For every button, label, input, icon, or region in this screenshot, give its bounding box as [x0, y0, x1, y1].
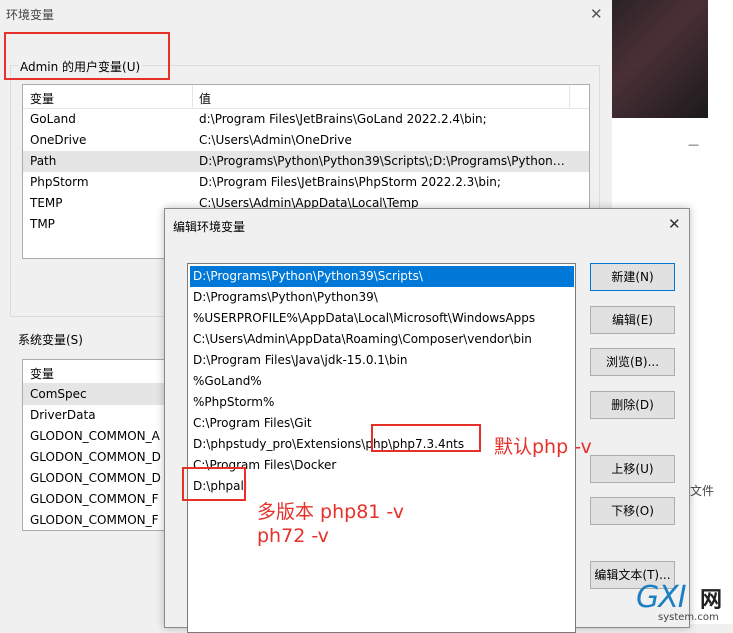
table-row[interactable]: GLODON_COMMON_A [23, 426, 166, 447]
table-row[interactable]: GLODON_COMMON_D [23, 468, 166, 489]
list-item[interactable]: %USERPROFILE%\AppData\Local\Microsoft\Wi… [190, 308, 574, 329]
annotation-multi-version: 多版本 php81 -v [257, 501, 405, 523]
variable-name: GLODON_COMMON_F [30, 513, 159, 527]
variable-value: C:\Users\Admin\OneDrive [199, 133, 352, 147]
new-button[interactable]: 新建(N) [590, 263, 675, 291]
move-up-button[interactable]: 上移(U) [590, 455, 675, 483]
list-item[interactable]: %GoLand% [190, 371, 574, 392]
system-variables-table[interactable]: 变量 ComSpec DriverData GLODON_COMMON_A GL… [22, 359, 167, 531]
column-header-variable[interactable]: 变量 [30, 365, 54, 382]
close-icon[interactable]: ✕ [668, 215, 681, 233]
edit-environment-variable-dialog: 编辑环境变量 ✕ D:\Programs\Python\Python39\Scr… [164, 208, 690, 633]
variable-value: d:\Program Files\JetBrains\GoLand 2022.2… [199, 112, 487, 126]
column-header-spacer [569, 85, 576, 109]
variable-name: PhpStorm [30, 175, 89, 189]
table-row[interactable]: DriverData [23, 405, 166, 426]
annotation-box-phpall [182, 467, 246, 501]
variable-value: D:\Program Files\JetBrains\PhpStorm 2022… [199, 175, 501, 189]
background-text-file: 文件 [690, 484, 715, 498]
variable-name: ComSpec [30, 387, 87, 401]
table-row[interactable]: GLODON_COMMON_F [23, 489, 166, 510]
watermark-domain-text: system.com [658, 612, 719, 623]
variable-name: TEMP [30, 196, 63, 210]
table-header: 变量 值 [23, 85, 589, 109]
list-item[interactable]: D:\phpall [190, 476, 574, 497]
variable-name: GLODON_COMMON_F [30, 492, 159, 506]
annotation-default-php: 默认php -v [494, 436, 592, 458]
edit-button[interactable]: 编辑(E) [590, 306, 675, 334]
list-item[interactable]: %PhpStorm% [190, 392, 574, 413]
list-item[interactable]: D:\Programs\Python\Python39\ [190, 287, 574, 308]
column-header-value[interactable]: 值 [192, 85, 211, 109]
annotation-box-php-default [371, 424, 481, 452]
background-wallpaper-image [612, 0, 708, 118]
annotation-box-user-label [4, 32, 170, 80]
delete-button[interactable]: 删除(D) [590, 391, 675, 419]
list-item-selected[interactable]: D:\Programs\Python\Python39\Scripts\ [190, 266, 574, 287]
variable-name: OneDrive [30, 133, 87, 147]
list-item[interactable]: C:\Users\Admin\AppData\Roaming\Composer\… [190, 329, 574, 350]
column-header-variable[interactable]: 变量 [30, 90, 54, 107]
watermark-cn-text: 网 [700, 588, 723, 613]
close-icon[interactable]: ✕ [590, 5, 603, 23]
variable-name: GLODON_COMMON_A [30, 429, 160, 443]
variable-name: GoLand [30, 112, 76, 126]
browse-button[interactable]: 浏览(B)... [590, 348, 675, 376]
watermark-logo: GXI 网 system.com [636, 580, 733, 624]
watermark-main-text: GXI [636, 580, 687, 615]
variable-value: D:\Programs\Python\Python39\Scripts\;D:\… [199, 154, 565, 168]
variable-name: GLODON_COMMON_D [30, 450, 161, 464]
variable-name: GLODON_COMMON_D [30, 471, 161, 485]
table-row[interactable]: GLODON_COMMON_F [23, 510, 166, 530]
variable-name: TMP [30, 217, 55, 231]
minimize-dash: — [688, 138, 699, 151]
table-row-selected[interactable]: Path D:\Programs\Python\Python39\Scripts… [23, 151, 589, 172]
table-header: 变量 [23, 360, 166, 384]
dialog-title: 编辑环境变量 [173, 220, 246, 234]
table-row[interactable]: OneDrive C:\Users\Admin\OneDrive [23, 130, 589, 151]
variable-name: Path [30, 154, 57, 168]
table-row-selected[interactable]: ComSpec [23, 384, 166, 405]
table-row[interactable]: PhpStorm D:\Program Files\JetBrains\PhpS… [23, 172, 589, 193]
table-row[interactable]: GLODON_COMMON_D [23, 447, 166, 468]
system-variables-label: 系统变量(S) [18, 333, 83, 347]
move-down-button[interactable]: 下移(O) [590, 497, 675, 525]
list-item[interactable]: D:\Program Files\Java\jdk-15.0.1\bin [190, 350, 574, 371]
window-title: 环境变量 [6, 8, 55, 22]
annotation-multi-version-line2: ph72 -v [257, 525, 329, 547]
table-row[interactable]: GoLand d:\Program Files\JetBrains\GoLand… [23, 109, 589, 130]
variable-name: DriverData [30, 408, 96, 422]
